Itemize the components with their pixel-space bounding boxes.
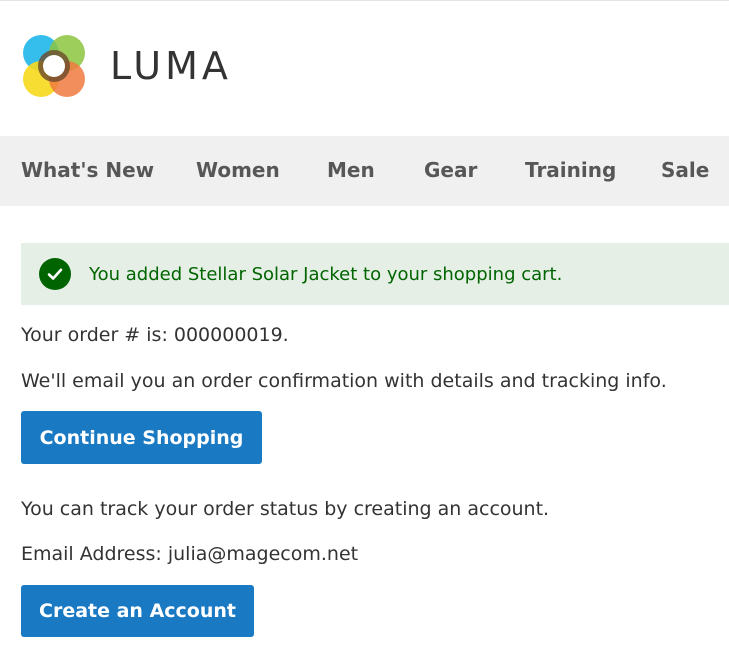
- success-message-text: You added Stellar Solar Jacket to your s…: [89, 263, 563, 285]
- success-check-icon: [39, 258, 71, 290]
- nav-item-women[interactable]: Women: [196, 158, 280, 182]
- nav-item-men[interactable]: Men: [327, 158, 375, 182]
- luma-logo-icon: [23, 35, 85, 97]
- email-address-text: Email Address: julia@magecom.net: [21, 543, 359, 565]
- nav-item-gear[interactable]: Gear: [424, 158, 477, 182]
- logo-text: LUMA: [110, 44, 232, 88]
- track-order-text: You can track your order status by creat…: [21, 498, 550, 520]
- continue-shopping-button[interactable]: Continue Shopping: [21, 411, 262, 464]
- success-message: You added Stellar Solar Jacket to your s…: [21, 243, 729, 305]
- nav-item-whats-new[interactable]: What's New: [21, 158, 154, 182]
- header-top-border: [0, 0, 729, 1]
- create-account-button[interactable]: Create an Account: [21, 585, 254, 637]
- main-navigation: What's New Women Men Gear Training Sale: [0, 136, 729, 206]
- nav-item-training[interactable]: Training: [525, 158, 616, 182]
- store-logo[interactable]: LUMA: [21, 32, 232, 100]
- order-number-text: Your order # is: 000000019.: [21, 324, 289, 346]
- order-confirmation-text: We'll email you an order confirmation wi…: [21, 370, 667, 392]
- nav-item-sale[interactable]: Sale: [661, 158, 709, 182]
